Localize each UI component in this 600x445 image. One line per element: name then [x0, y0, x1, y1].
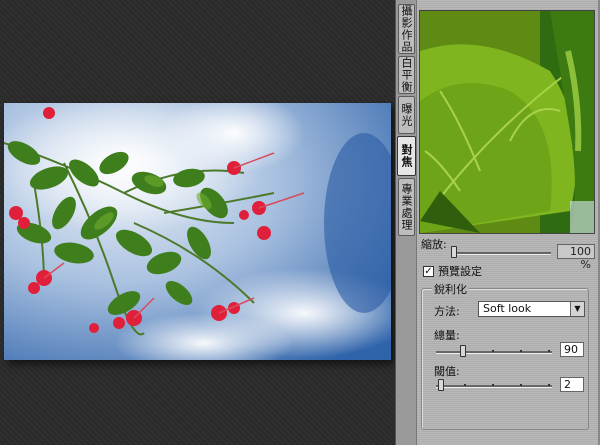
threshold-label: 閾值:: [434, 365, 460, 378]
amount-slider-thumb[interactable]: [460, 345, 466, 357]
zoom-slider[interactable]: [451, 246, 551, 258]
threshold-value-field[interactable]: 2: [560, 377, 584, 392]
sharpen-group: 銳利化 方法: Soft look ▼ 總量: 90 閾值: 2: [421, 281, 589, 430]
method-select[interactable]: Soft look ▼: [478, 301, 585, 317]
amount-label: 總量:: [434, 329, 460, 342]
sharpen-group-title: 銳利化: [432, 281, 469, 297]
zoom-label: 縮放:: [421, 238, 447, 251]
tab-focus[interactable]: 對焦: [397, 136, 416, 176]
threshold-slider[interactable]: [436, 379, 552, 391]
preview-thumbnail[interactable]: [419, 10, 595, 234]
amount-value-field[interactable]: 90: [560, 342, 584, 357]
tab-exposure[interactable]: 曝光: [398, 96, 415, 134]
zoom-slider-thumb[interactable]: [451, 246, 457, 258]
tab-white-balance[interactable]: 白平衡: [398, 56, 415, 94]
preview-setting-row[interactable]: ✓ 預覽設定: [423, 263, 482, 279]
preview-setting-checkbox[interactable]: ✓: [423, 265, 434, 277]
threshold-slider-thumb[interactable]: [438, 379, 444, 391]
amount-slider[interactable]: [436, 345, 552, 357]
image-canvas: [0, 0, 395, 445]
chevron-down-icon[interactable]: ▼: [570, 302, 584, 316]
method-select-value: Soft look: [483, 302, 532, 315]
settings-panel: 縮放: 100 % ✓ 預覽設定 銳利化 方法: Soft look ▼ 總量:…: [416, 0, 600, 445]
main-photo[interactable]: [4, 103, 391, 360]
vertical-tab-strip: 攝影作品 白平衡 曝光 對焦 專業處理: [395, 0, 417, 445]
zoom-value-field: 100 %: [557, 244, 595, 271]
tab-professional[interactable]: 專業處理: [398, 178, 415, 236]
method-label: 方法:: [434, 305, 460, 318]
preview-setting-label: 預覽設定: [438, 265, 482, 278]
tab-portfolio[interactable]: 攝影作品: [398, 4, 415, 54]
